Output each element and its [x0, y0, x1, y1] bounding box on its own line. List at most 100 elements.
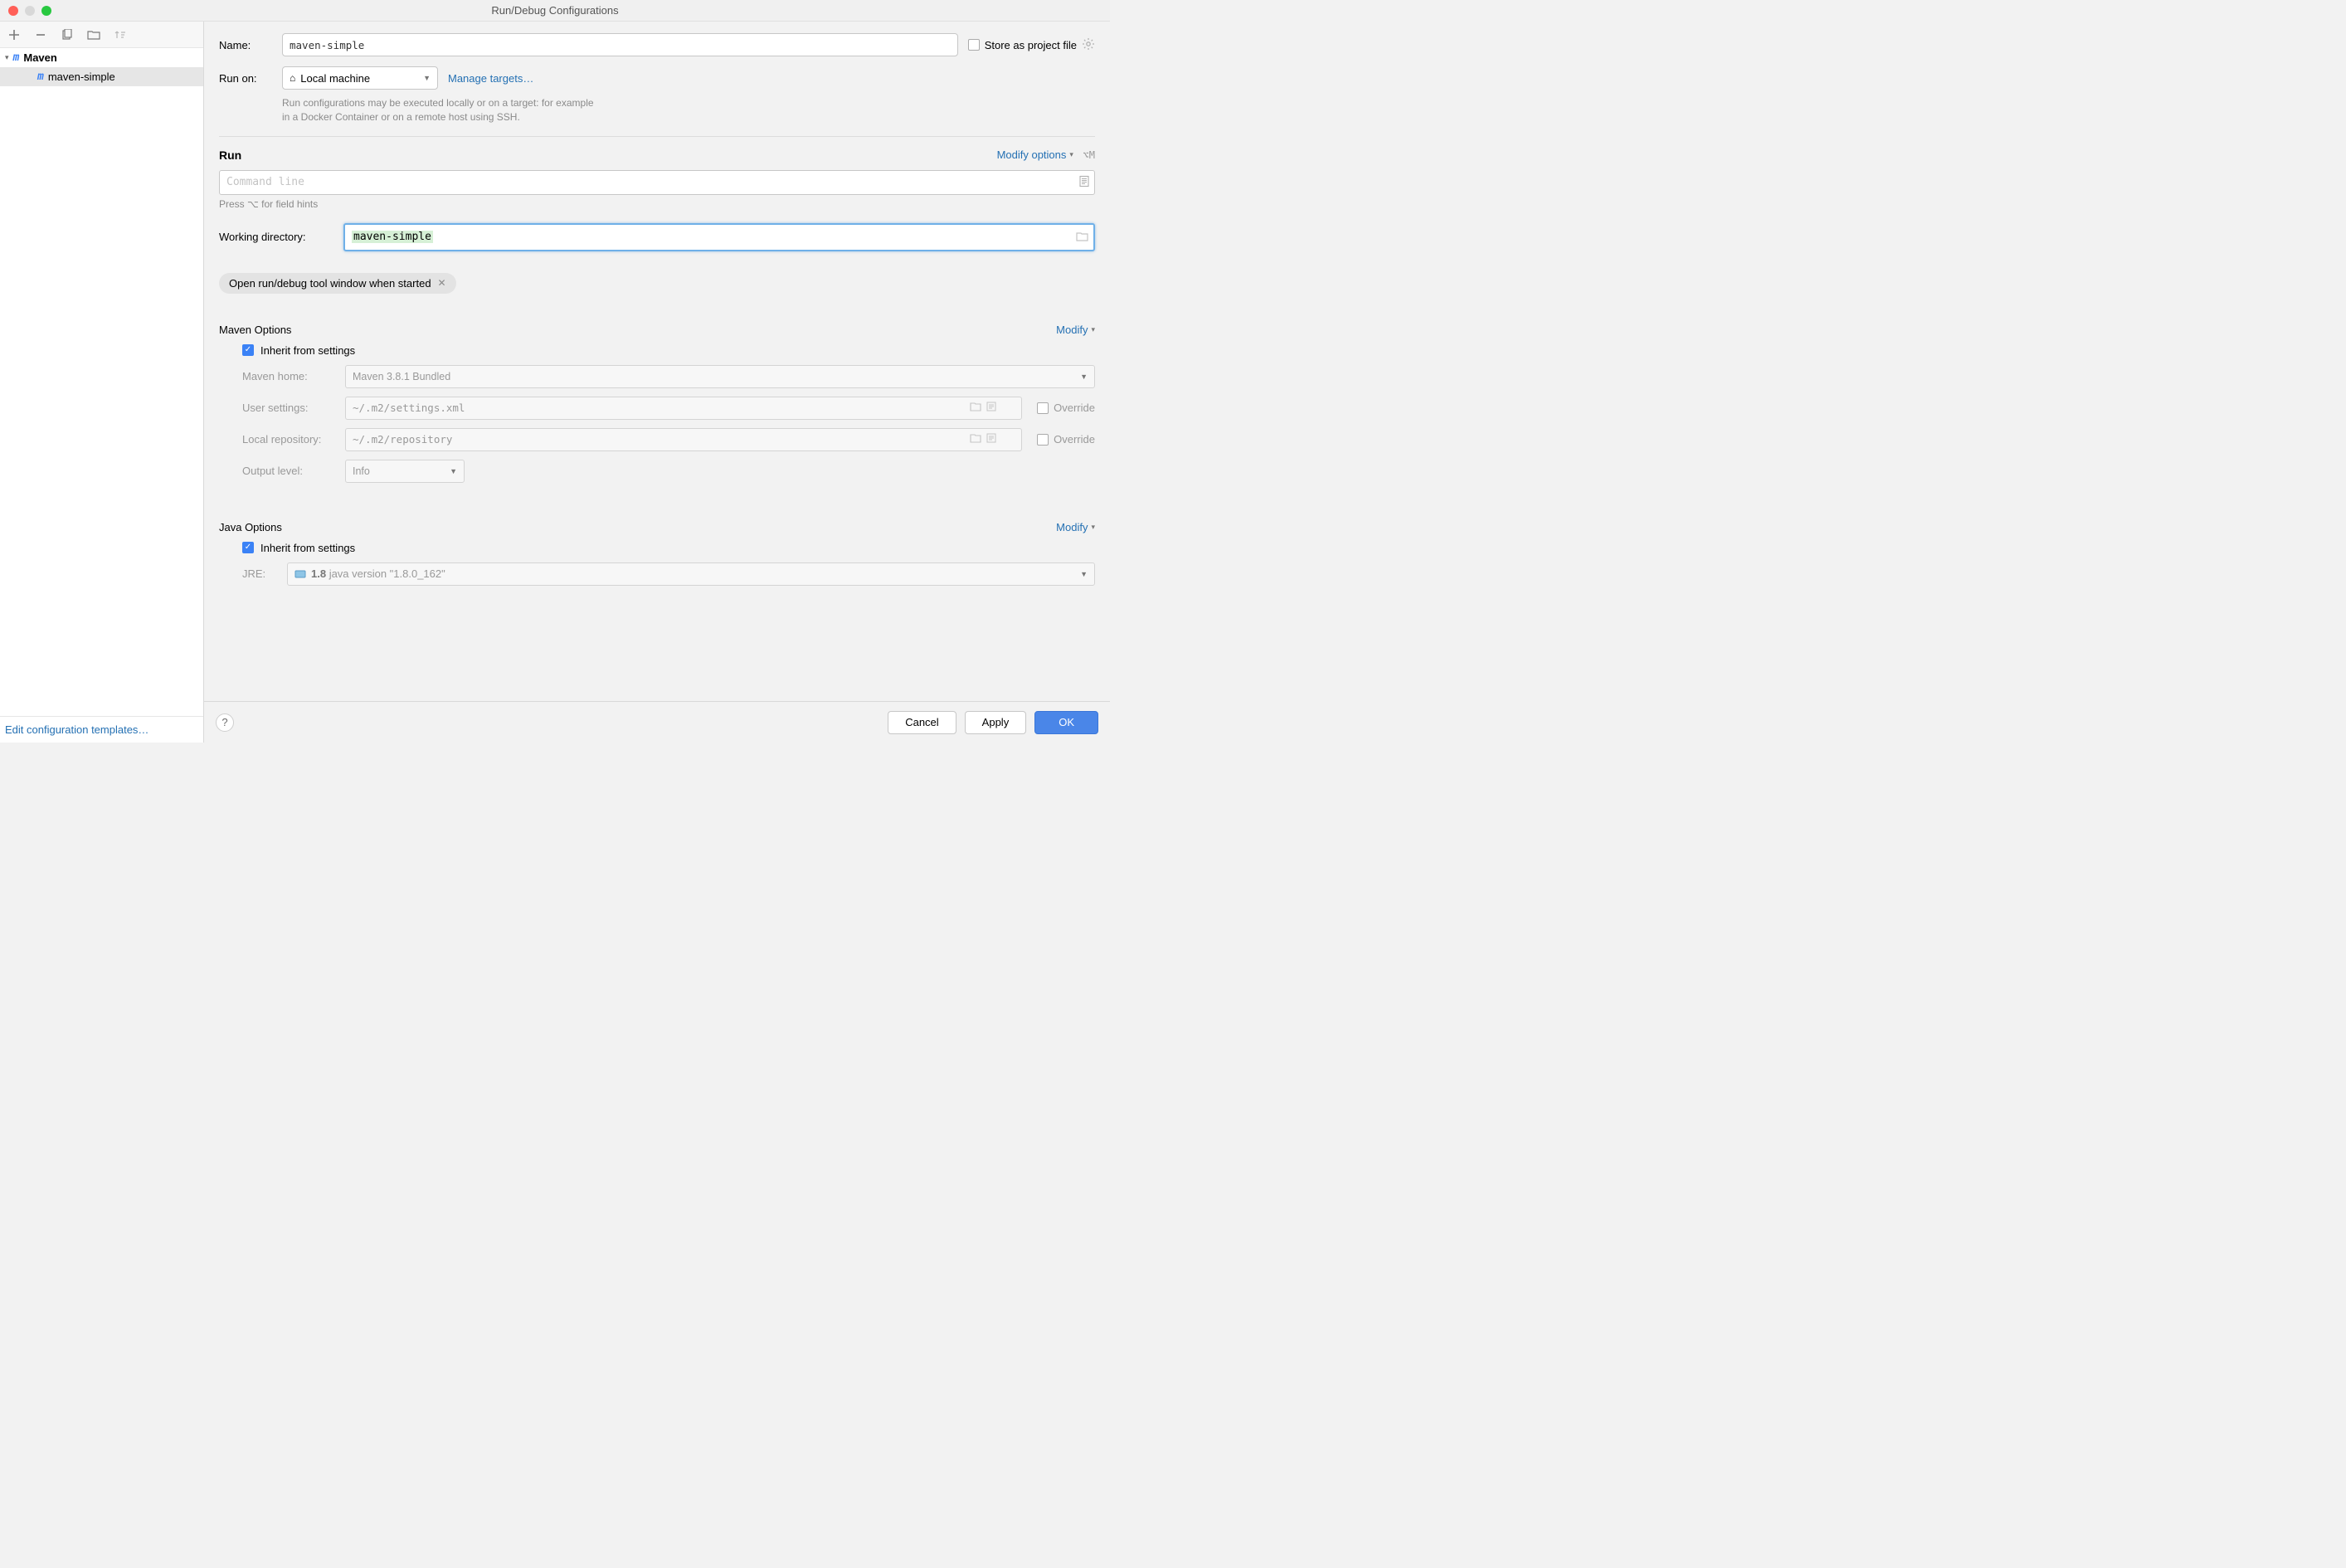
- working-dir-label: Working directory:: [219, 231, 335, 243]
- traffic-lights: [0, 6, 51, 16]
- expand-field-icon[interactable]: [1078, 175, 1090, 189]
- jre-label: JRE:: [242, 567, 279, 580]
- edit-templates-link[interactable]: Edit configuration templates…: [5, 723, 148, 736]
- chevron-down-icon: ▼: [450, 467, 457, 475]
- store-checkbox[interactable]: [968, 39, 980, 51]
- java-options-head: Java Options Modify ▾: [219, 521, 1095, 533]
- name-row: Name: Store as project file: [219, 33, 1095, 56]
- window-close-icon[interactable]: [8, 6, 18, 16]
- inherit-java-label: Inherit from settings: [260, 542, 355, 554]
- apply-button[interactable]: Apply: [965, 711, 1027, 734]
- user-settings-override: Override: [1037, 402, 1095, 414]
- tree-root-label: Maven: [23, 51, 56, 64]
- working-dir-row: Working directory: maven-simple: [219, 223, 1095, 251]
- working-dir-input[interactable]: maven-simple: [343, 223, 1095, 251]
- run-on-label: Run on:: [219, 72, 272, 85]
- config-tree: ▾ m Maven m maven-simple: [0, 48, 203, 716]
- output-level-label: Output level:: [242, 465, 338, 477]
- dialog-footer: ? Cancel Apply OK: [204, 701, 1110, 743]
- run-on-note: Run configurations may be executed local…: [219, 96, 1095, 124]
- remove-config-icon[interactable]: [33, 27, 48, 42]
- content: ▾ m Maven m maven-simple Edit configurat…: [0, 22, 1110, 743]
- chevron-down-icon: ▼: [1080, 570, 1088, 578]
- sort-icon[interactable]: [113, 27, 128, 42]
- run-section-head: Run Modify options ▾ ⌥M: [219, 149, 1095, 162]
- maven-home-row: Maven home: Maven 3.8.1 Bundled ▼: [242, 365, 1095, 388]
- name-input[interactable]: [282, 33, 958, 56]
- override-checkbox: [1037, 402, 1049, 414]
- inherit-maven-label: Inherit from settings: [260, 344, 355, 357]
- maven-home-label: Maven home:: [242, 370, 338, 382]
- chip-label: Open run/debug tool window when started: [229, 277, 431, 290]
- java-options-title: Java Options: [219, 521, 282, 533]
- local-repo-override: Override: [1037, 433, 1095, 446]
- browse-folder-icon[interactable]: [1076, 231, 1088, 244]
- jre-select: 1.8 java version "1.8.0_162" ▼: [287, 562, 1095, 586]
- modify-shortcut: ⌥M: [1083, 149, 1095, 161]
- close-icon[interactable]: ✕: [438, 277, 446, 289]
- tree-item-label: maven-simple: [48, 71, 115, 83]
- run-on-value: Local machine: [300, 72, 370, 85]
- tree-item-maven-simple[interactable]: m maven-simple: [0, 67, 203, 86]
- browse-folder-icon: [970, 402, 981, 414]
- jdk-icon: [294, 568, 306, 580]
- inherit-java-row[interactable]: Inherit from settings: [242, 542, 1095, 554]
- run-on-select[interactable]: ⌂ Local machine ▼: [282, 66, 438, 90]
- divider: [219, 136, 1095, 137]
- jre-version: 1.8: [311, 567, 326, 580]
- inherit-maven-row[interactable]: Inherit from settings: [242, 344, 1095, 357]
- maven-options-body: Inherit from settings Maven home: Maven …: [219, 344, 1095, 483]
- window-maximize-icon[interactable]: [41, 6, 51, 16]
- browse-folder-icon: [970, 433, 981, 446]
- user-settings-label: User settings:: [242, 402, 338, 414]
- expand-field-icon: [986, 402, 996, 414]
- java-options-body: Inherit from settings JRE: 1.8 java vers…: [219, 542, 1095, 586]
- copy-config-icon[interactable]: [60, 27, 75, 42]
- sidebar-footer: Edit configuration templates…: [0, 716, 203, 743]
- local-repo-row: Local repository: ~/.m2/repository Overr…: [242, 428, 1095, 451]
- local-repo-label: Local repository:: [242, 433, 338, 446]
- override-checkbox: [1037, 434, 1049, 446]
- gear-icon[interactable]: [1082, 37, 1095, 53]
- chevron-down-icon: ▼: [423, 74, 431, 82]
- window-minimize-icon: [25, 6, 35, 16]
- command-line-row: [219, 170, 1095, 195]
- maven-icon: m: [13, 51, 20, 64]
- titlebar: Run/Debug Configurations: [0, 0, 1110, 22]
- tree-root-maven[interactable]: ▾ m Maven: [0, 48, 203, 67]
- ok-button[interactable]: OK: [1034, 711, 1098, 734]
- modify-options-link[interactable]: Modify options ▾: [997, 149, 1073, 161]
- window-title: Run/Debug Configurations: [491, 4, 618, 17]
- maven-modify-link[interactable]: Modify ▾: [1056, 324, 1095, 336]
- inherit-maven-checkbox[interactable]: [242, 344, 254, 356]
- command-line-input[interactable]: [219, 170, 1095, 195]
- inherit-java-checkbox[interactable]: [242, 542, 254, 553]
- jre-row: JRE: 1.8 java version "1.8.0_162" ▼: [242, 562, 1095, 586]
- maven-options-title: Maven Options: [219, 324, 291, 336]
- maven-home-select: Maven 3.8.1 Bundled ▼: [345, 365, 1095, 388]
- chevron-down-icon: ▾: [1091, 325, 1095, 334]
- java-modify-link[interactable]: Modify ▾: [1056, 521, 1095, 533]
- home-icon: ⌂: [290, 72, 295, 84]
- store-label: Store as project file: [985, 39, 1077, 51]
- tool-window-chip[interactable]: Open run/debug tool window when started …: [219, 273, 456, 294]
- local-repo-input: ~/.m2/repository: [345, 428, 1022, 451]
- cancel-button[interactable]: Cancel: [888, 711, 956, 734]
- jre-desc: java version "1.8.0_162": [326, 567, 445, 580]
- help-icon[interactable]: ?: [216, 713, 234, 732]
- sidebar: ▾ m Maven m maven-simple Edit configurat…: [0, 22, 204, 743]
- working-dir-value: maven-simple: [352, 231, 433, 243]
- chevron-down-icon: ▾: [5, 53, 9, 62]
- maven-options-head: Maven Options Modify ▾: [219, 324, 1095, 336]
- chevron-down-icon: ▾: [1091, 523, 1095, 532]
- manage-targets-link[interactable]: Manage targets…: [448, 72, 533, 85]
- sidebar-toolbar: [0, 22, 203, 48]
- maven-icon: m: [37, 71, 44, 83]
- chevron-down-icon: ▾: [1069, 150, 1073, 159]
- add-config-icon[interactable]: [7, 27, 22, 42]
- name-label: Name:: [219, 39, 272, 51]
- folder-icon[interactable]: [86, 27, 101, 42]
- store-as-project[interactable]: Store as project file: [968, 37, 1095, 53]
- dialog-window: Run/Debug Configurations ▾ m Maven m mav…: [0, 0, 1110, 743]
- form: Name: Store as project file Run on: ⌂ Lo…: [204, 22, 1110, 701]
